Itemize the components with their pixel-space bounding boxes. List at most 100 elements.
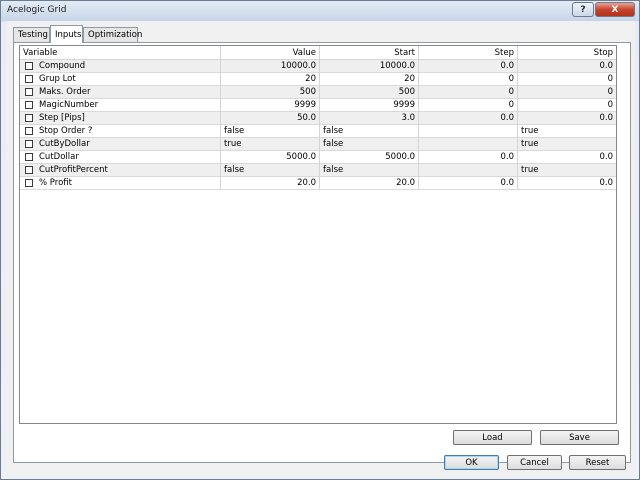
title-bar[interactable]: Acelogic Grid ? X: [1, 1, 639, 21]
table-row[interactable]: Compound 10000.0 10000.0 0.0 0.0: [20, 60, 616, 73]
value-cell[interactable]: 500: [221, 86, 320, 98]
variable-name: Compound: [39, 61, 86, 71]
value-cell[interactable]: 5000.0: [221, 151, 320, 163]
value-cell[interactable]: false: [221, 125, 320, 137]
stop-cell[interactable]: 0: [518, 99, 616, 111]
start-cell[interactable]: false: [320, 164, 419, 176]
tab-optimization[interactable]: Optimization: [83, 27, 142, 42]
close-button[interactable]: X: [595, 2, 635, 17]
table-row[interactable]: Grup Lot 20 20 0 0: [20, 73, 616, 86]
variable-name: % Profit: [39, 178, 72, 188]
step-cell[interactable]: 0: [419, 73, 518, 85]
optimize-checkbox[interactable]: [25, 62, 33, 70]
start-cell[interactable]: 20: [320, 73, 419, 85]
step-cell[interactable]: [419, 138, 518, 150]
value-cell[interactable]: false: [221, 164, 320, 176]
value-cell[interactable]: 10000.0: [221, 60, 320, 72]
cancel-button[interactable]: Cancel: [507, 455, 562, 470]
variable-name: CutByDollar: [39, 139, 90, 149]
column-header-value[interactable]: Value: [221, 46, 320, 59]
step-cell[interactable]: 0.0: [419, 151, 518, 163]
start-cell[interactable]: 10000.0: [320, 60, 419, 72]
value-cell[interactable]: 20.0: [221, 177, 320, 189]
variable-cell: MagicNumber: [20, 99, 221, 111]
variable-name: CutDollar: [39, 152, 79, 162]
tab-inputs[interactable]: Inputs: [50, 25, 83, 43]
table-row[interactable]: CutDollar 5000.0 5000.0 0.0 0.0: [20, 151, 616, 164]
stop-cell[interactable]: 0.0: [518, 151, 616, 163]
grid-header: Variable Value Start Step Stop: [20, 46, 616, 60]
window-title: Acelogic Grid: [7, 5, 67, 15]
inputs-grid[interactable]: Variable Value Start Step Stop Compound …: [19, 45, 617, 424]
optimize-checkbox[interactable]: [25, 114, 33, 122]
value-cell[interactable]: 20: [221, 73, 320, 85]
step-cell[interactable]: [419, 125, 518, 137]
value-cell[interactable]: 50.0: [221, 112, 320, 124]
variable-name: Step [Pips]: [39, 113, 85, 123]
value-cell[interactable]: 9999: [221, 99, 320, 111]
value-cell[interactable]: true: [221, 138, 320, 150]
step-cell[interactable]: 0.0: [419, 112, 518, 124]
step-cell[interactable]: 0: [419, 86, 518, 98]
start-cell[interactable]: 500: [320, 86, 419, 98]
optimize-checkbox[interactable]: [25, 140, 33, 148]
table-row[interactable]: Maks. Order 500 500 0 0: [20, 86, 616, 99]
optimize-checkbox[interactable]: [25, 179, 33, 187]
optimize-checkbox[interactable]: [25, 166, 33, 174]
variable-name: MagicNumber: [39, 100, 99, 110]
table-row[interactable]: CutByDollar true false true: [20, 138, 616, 151]
optimize-checkbox[interactable]: [25, 75, 33, 83]
start-cell[interactable]: 9999: [320, 99, 419, 111]
column-header-start[interactable]: Start: [320, 46, 419, 59]
variable-name: Grup Lot: [39, 74, 76, 84]
step-cell[interactable]: 0.0: [419, 177, 518, 189]
variable-name: CutProfitPercent: [39, 165, 108, 175]
variable-cell: % Profit: [20, 177, 221, 189]
column-header-step[interactable]: Step: [419, 46, 518, 59]
table-row[interactable]: Stop Order ? false false true: [20, 125, 616, 138]
stop-cell[interactable]: true: [518, 164, 616, 176]
table-row[interactable]: CutProfitPercent false false true: [20, 164, 616, 177]
help-button[interactable]: ?: [572, 2, 594, 17]
optimize-checkbox[interactable]: [25, 101, 33, 109]
table-row[interactable]: % Profit 20.0 20.0 0.0 0.0: [20, 177, 616, 190]
column-header-stop[interactable]: Stop: [518, 46, 616, 59]
table-row[interactable]: MagicNumber 9999 9999 0 0: [20, 99, 616, 112]
save-button[interactable]: Save: [540, 430, 619, 445]
stop-cell[interactable]: 0: [518, 86, 616, 98]
stop-cell[interactable]: 0.0: [518, 60, 616, 72]
variable-cell: CutProfitPercent: [20, 164, 221, 176]
stop-cell[interactable]: 0: [518, 73, 616, 85]
step-cell[interactable]: 0: [419, 99, 518, 111]
optimize-checkbox[interactable]: [25, 127, 33, 135]
variable-cell: Step [Pips]: [20, 112, 221, 124]
load-button[interactable]: Load: [453, 430, 532, 445]
table-row[interactable]: Step [Pips] 50.0 3.0 0.0 0.0: [20, 112, 616, 125]
variable-cell: CutByDollar: [20, 138, 221, 150]
variable-cell: CutDollar: [20, 151, 221, 163]
start-cell[interactable]: 3.0: [320, 112, 419, 124]
stop-cell[interactable]: 0.0: [518, 112, 616, 124]
step-cell[interactable]: [419, 164, 518, 176]
variable-cell: Maks. Order: [20, 86, 221, 98]
column-header-variable[interactable]: Variable: [20, 46, 221, 59]
optimize-checkbox[interactable]: [25, 88, 33, 96]
dialog-body: Testing Inputs Optimization Variable Val…: [7, 21, 635, 475]
start-cell[interactable]: 5000.0: [320, 151, 419, 163]
start-cell[interactable]: 20.0: [320, 177, 419, 189]
stop-cell[interactable]: true: [518, 138, 616, 150]
variable-name: Stop Order ?: [39, 126, 93, 136]
reset-button[interactable]: Reset: [569, 455, 626, 470]
start-cell[interactable]: false: [320, 125, 419, 137]
stop-cell[interactable]: true: [518, 125, 616, 137]
optimize-checkbox[interactable]: [25, 153, 33, 161]
start-cell[interactable]: false: [320, 138, 419, 150]
variable-cell: Grup Lot: [20, 73, 221, 85]
ok-button[interactable]: OK: [444, 455, 499, 470]
variable-cell: Stop Order ?: [20, 125, 221, 137]
variable-cell: Compound: [20, 60, 221, 72]
stop-cell[interactable]: 0.0: [518, 177, 616, 189]
step-cell[interactable]: 0.0: [419, 60, 518, 72]
variable-name: Maks. Order: [39, 87, 91, 97]
tab-testing[interactable]: Testing: [13, 27, 50, 42]
